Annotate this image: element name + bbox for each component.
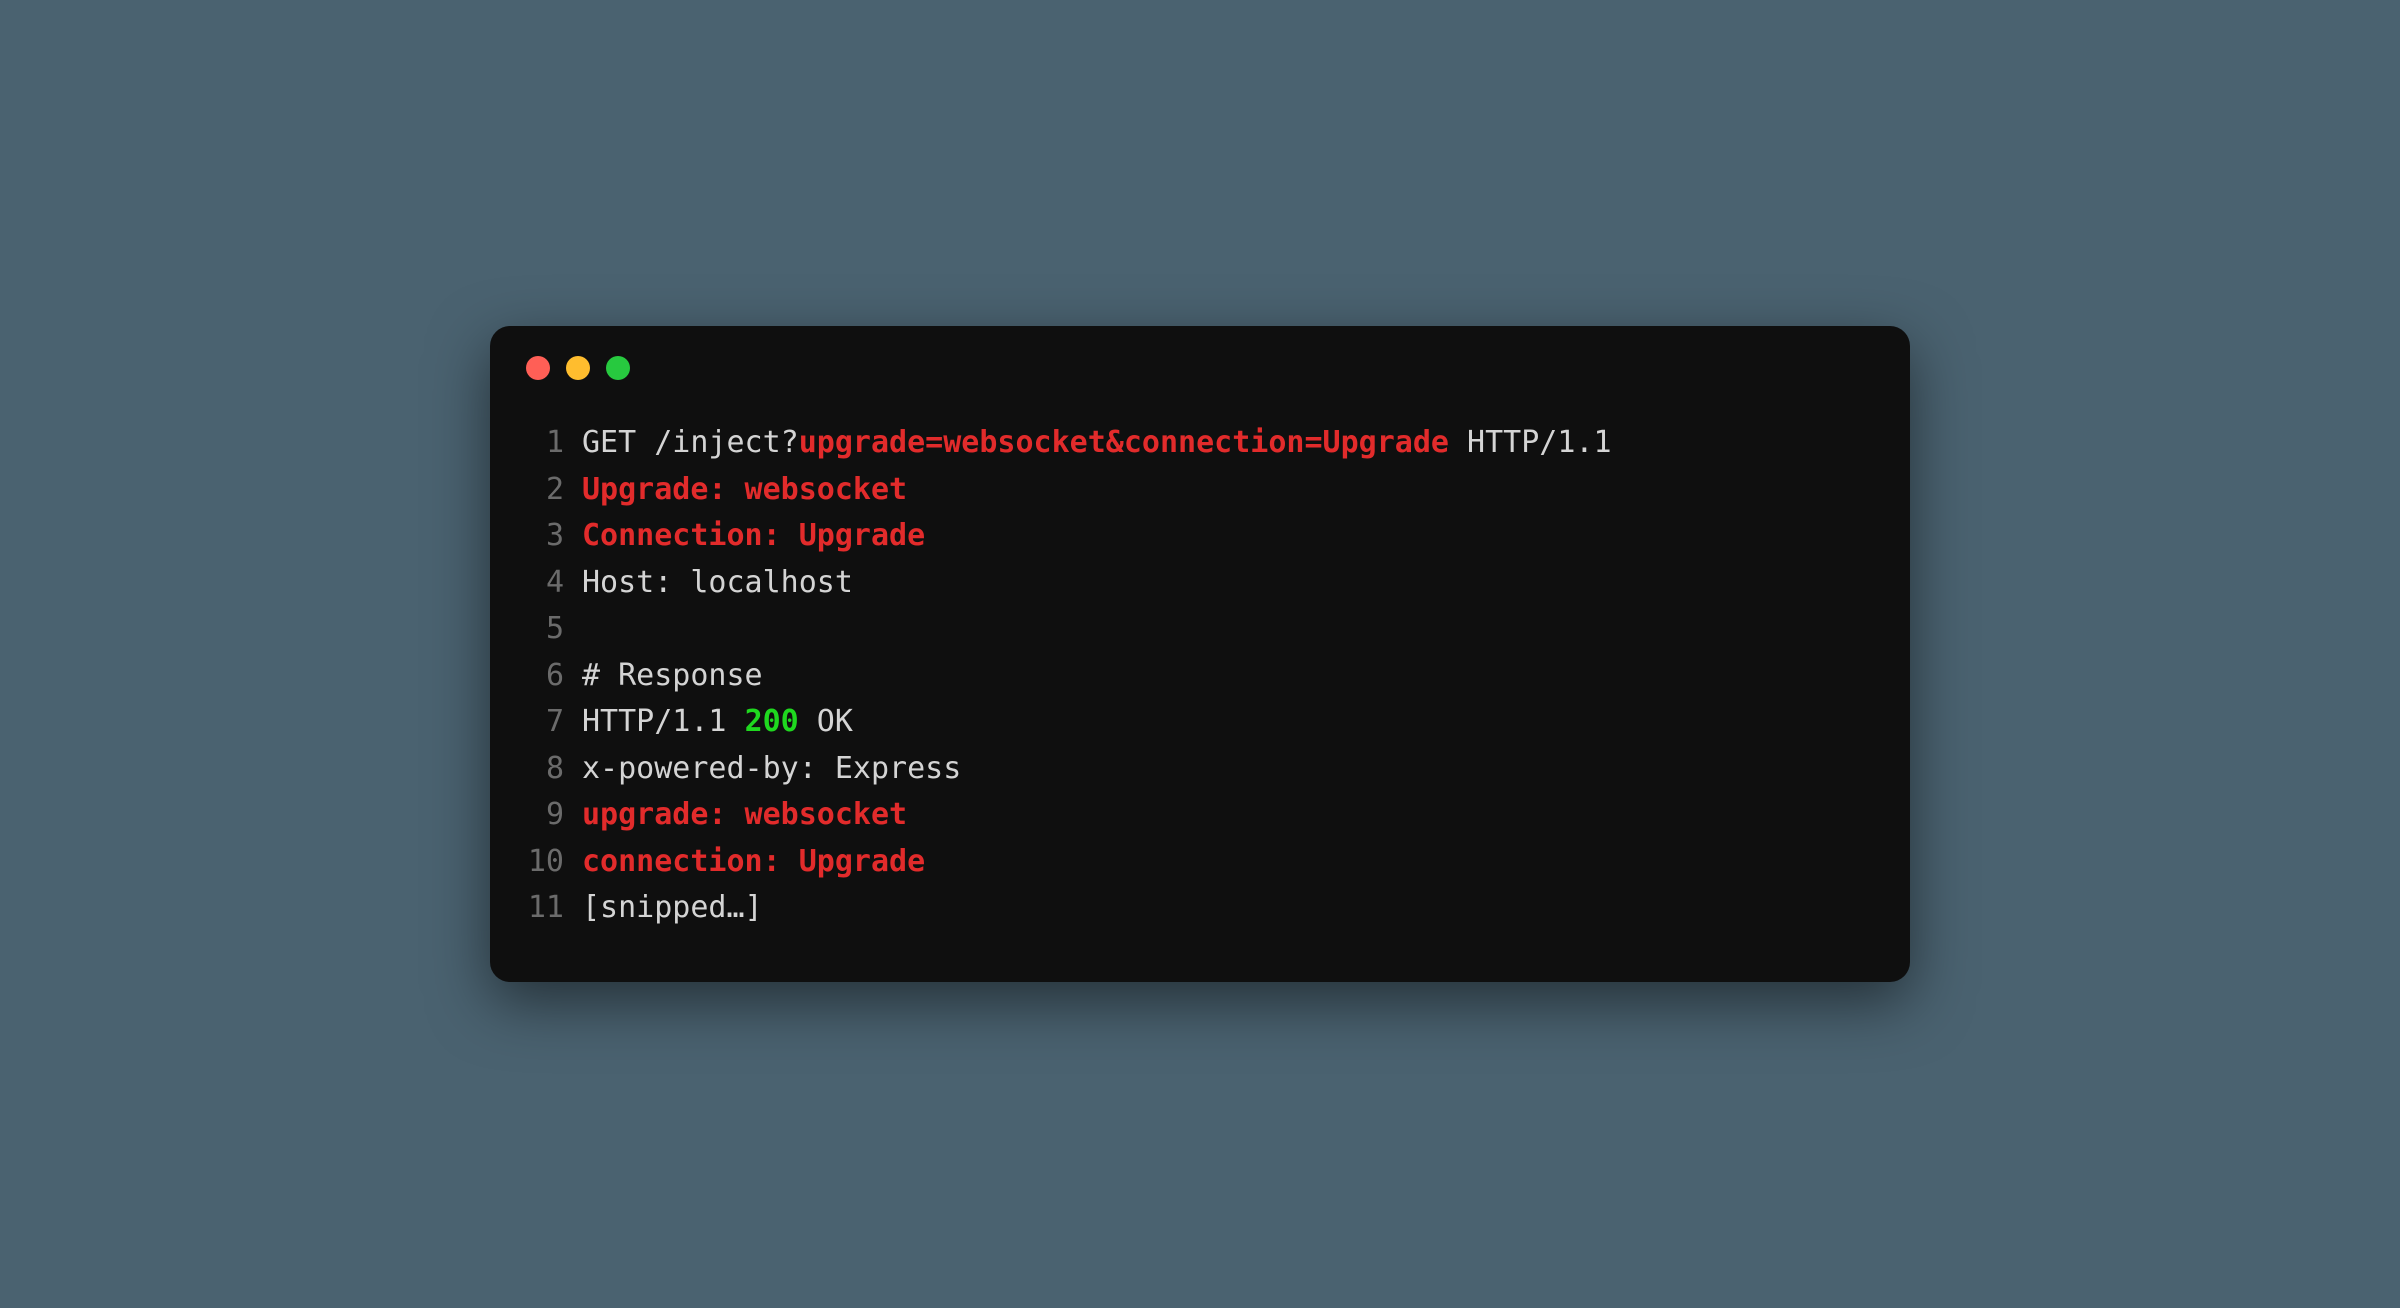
- code-segment: connection: Upgrade: [582, 844, 925, 879]
- close-icon[interactable]: [526, 356, 550, 380]
- line-content: GET /inject?upgrade=websocket&connection…: [582, 420, 1612, 467]
- code-line: 1GET /inject?upgrade=websocket&connectio…: [526, 420, 1874, 467]
- line-content: Upgrade: websocket: [582, 467, 907, 514]
- code-segment: upgrade=websocket&connection=Upgrade: [799, 425, 1449, 460]
- code-segment: # Response: [582, 658, 763, 693]
- minimize-icon[interactable]: [566, 356, 590, 380]
- line-content: HTTP/1.1 200 OK: [582, 699, 853, 746]
- line-number: 9: [526, 792, 582, 839]
- code-segment: upgrade: websocket: [582, 797, 907, 832]
- line-content: x-powered-by: Express: [582, 746, 961, 793]
- code-line: 9upgrade: websocket: [526, 792, 1874, 839]
- code-line: 10connection: Upgrade: [526, 839, 1874, 886]
- code-line: 6# Response: [526, 653, 1874, 700]
- code-segment: HTTP/1.1: [582, 704, 745, 739]
- line-number: 10: [526, 839, 582, 886]
- code-line: 4Host: localhost: [526, 560, 1874, 607]
- code-segment: [snipped…]: [582, 890, 763, 925]
- code-segment: x-powered-by: Express: [582, 751, 961, 786]
- code-segment: 200: [745, 704, 799, 739]
- line-number: 11: [526, 885, 582, 932]
- line-content: Connection: Upgrade: [582, 513, 925, 560]
- line-content: connection: Upgrade: [582, 839, 925, 886]
- line-number: 5: [526, 606, 582, 653]
- line-number: 2: [526, 467, 582, 514]
- code-line: 2Upgrade: websocket: [526, 467, 1874, 514]
- line-number: 4: [526, 560, 582, 607]
- line-content: upgrade: websocket: [582, 792, 907, 839]
- line-number: 6: [526, 653, 582, 700]
- line-content: [snipped…]: [582, 885, 763, 932]
- code-line: 8x-powered-by: Express: [526, 746, 1874, 793]
- line-number: 8: [526, 746, 582, 793]
- terminal-window: 1GET /inject?upgrade=websocket&connectio…: [490, 326, 1910, 982]
- code-segment: HTTP/1.1: [1449, 425, 1612, 460]
- code-segment: Connection: Upgrade: [582, 518, 925, 553]
- line-number: 1: [526, 420, 582, 467]
- code-line: 5: [526, 606, 1874, 653]
- code-line: 11[snipped…]: [526, 885, 1874, 932]
- code-block: 1GET /inject?upgrade=websocket&connectio…: [490, 390, 1910, 982]
- code-segment: GET /inject?: [582, 425, 799, 460]
- code-segment: Host: localhost: [582, 565, 853, 600]
- code-segment: Upgrade: websocket: [582, 472, 907, 507]
- titlebar: [490, 326, 1910, 390]
- code-line: 3Connection: Upgrade: [526, 513, 1874, 560]
- line-content: Host: localhost: [582, 560, 853, 607]
- code-line: 7HTTP/1.1 200 OK: [526, 699, 1874, 746]
- line-content: # Response: [582, 653, 763, 700]
- maximize-icon[interactable]: [606, 356, 630, 380]
- code-segment: OK: [799, 704, 853, 739]
- line-number: 7: [526, 699, 582, 746]
- line-number: 3: [526, 513, 582, 560]
